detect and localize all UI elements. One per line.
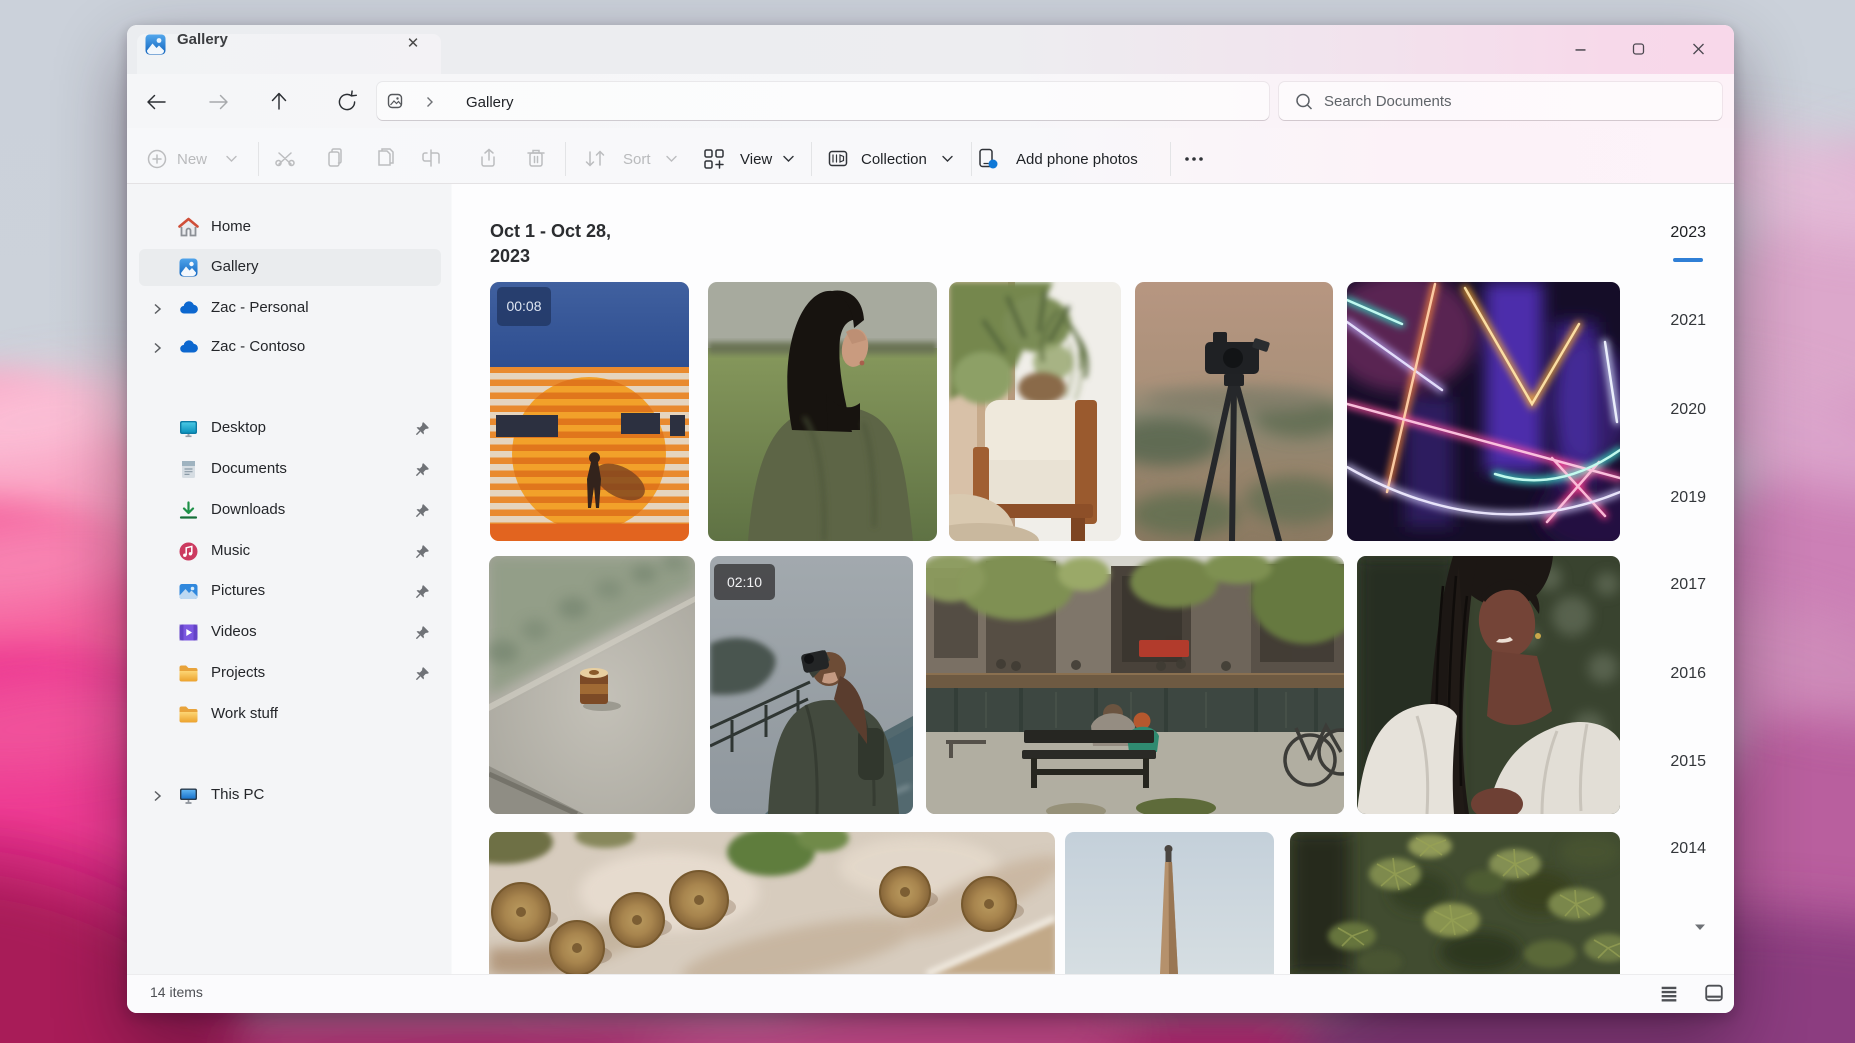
svg-text:Search Documents: Search Documents xyxy=(1324,93,1452,110)
svg-text:Gallery: Gallery xyxy=(466,94,514,111)
